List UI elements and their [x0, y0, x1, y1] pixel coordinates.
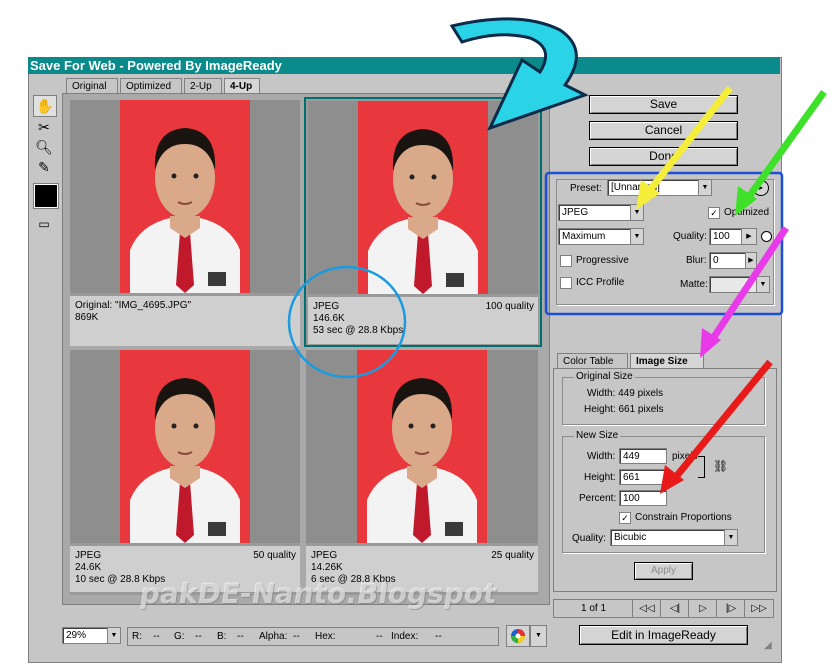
blue-highlight-circle: [287, 265, 407, 379]
magenta-arrow: [709, 226, 789, 342]
annotation-overlay: [287, 17, 827, 494]
watermark-text: pakDE-Nanto.Blogspot: [137, 577, 499, 610]
cyan-arrow: [449, 17, 589, 131]
green-arrow: [745, 89, 827, 201]
yellow-arrow: [647, 85, 733, 193]
red-arrow: [672, 359, 773, 481]
